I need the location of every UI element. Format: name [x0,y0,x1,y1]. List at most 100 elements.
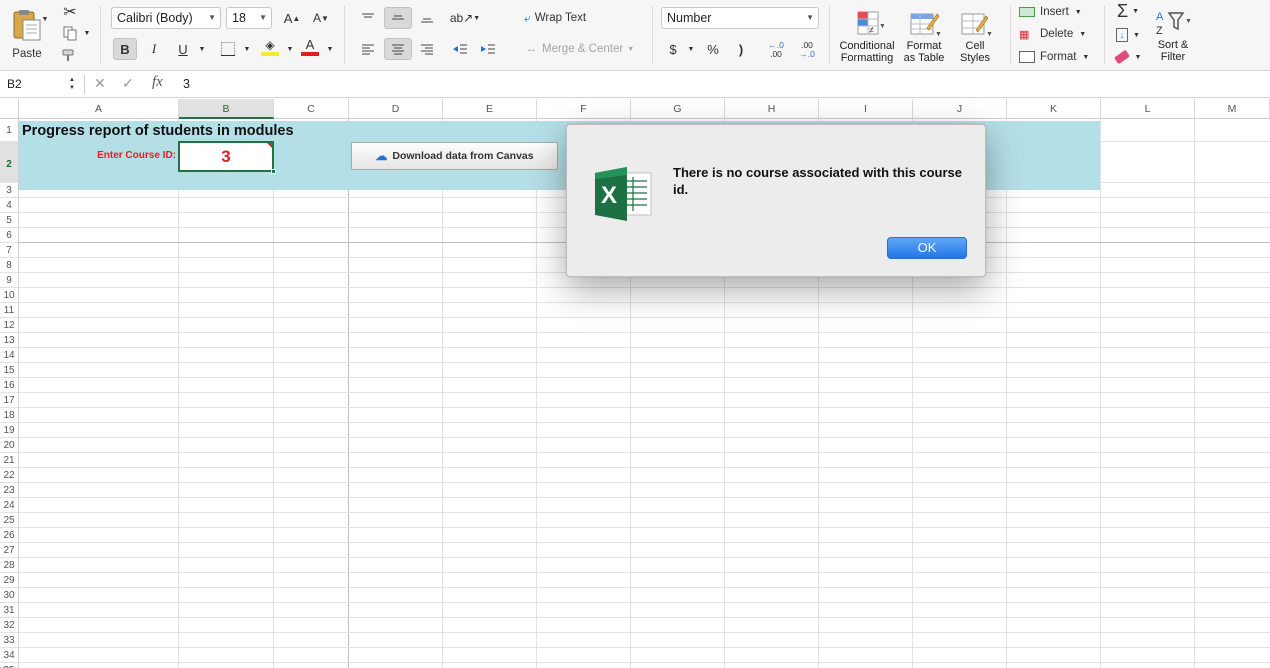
orientation-button[interactable]: ab↗ ▼ [450,7,480,29]
underline-button[interactable]: U [172,38,194,60]
percent-button[interactable]: % [701,38,725,60]
row-header[interactable]: 11 [0,303,19,318]
clear-button[interactable]: ▼ [1111,46,1145,68]
align-middle-button[interactable] [384,7,412,29]
column-header[interactable]: B [179,99,274,119]
row-header[interactable]: 26 [0,528,19,543]
row-header[interactable]: 3 [0,183,19,198]
row-header[interactable]: 30 [0,588,19,603]
row-header[interactable]: 15 [0,363,19,378]
row-header[interactable]: 16 [0,378,19,393]
column-header[interactable]: J [913,99,1007,119]
bold-button[interactable]: B [113,38,137,60]
row-header[interactable]: 5 [0,213,19,228]
row-header[interactable]: 1 [0,119,19,142]
column-header[interactable]: M [1195,99,1270,119]
currency-button[interactable]: $ [662,38,684,60]
copy-icon[interactable] [60,24,80,42]
row-header[interactable]: 12 [0,318,19,333]
row-header[interactable]: 34 [0,648,19,663]
font-name-select[interactable]: Calibri (Body) ▼ [111,7,221,29]
font-color-menu-arrow[interactable]: ▼ [325,38,335,60]
conditional-formatting-button[interactable]: ≠ ▼ Conditional Formatting [836,5,898,67]
cut-icon[interactable]: ✂ [60,3,80,21]
decrease-indent-button[interactable] [448,38,472,60]
row-header[interactable]: 24 [0,498,19,513]
row-header[interactable]: 8 [0,258,19,273]
increase-decimal-button[interactable]: ←.0 .00 [762,37,790,63]
column-header[interactable]: C [274,99,349,119]
row-header[interactable]: 27 [0,543,19,558]
column-header[interactable]: G [631,99,725,119]
cancel-icon[interactable]: ✕ [94,75,106,92]
fill-color-menu-arrow[interactable]: ▼ [285,38,295,60]
download-data-button[interactable]: ☁ Download data from Canvas [351,142,558,170]
decrease-decimal-button[interactable]: .00 →.0 [793,37,821,63]
borders-menu-arrow[interactable]: ▼ [242,38,252,60]
format-as-table-button[interactable]: ▼ Format as Table [900,5,948,67]
select-all-corner[interactable] [0,99,19,119]
dialog-titlebar[interactable] [567,125,985,147]
currency-menu-arrow[interactable]: ▼ [686,38,696,60]
row-header[interactable]: 32 [0,618,19,633]
row-header[interactable]: 35 [0,663,19,668]
row-header[interactable]: 19 [0,423,19,438]
font-color-button[interactable]: A [298,36,322,58]
column-header[interactable]: F [537,99,631,119]
row-header[interactable]: 33 [0,633,19,648]
column-header[interactable]: L [1101,99,1195,119]
sort-filter-button[interactable]: A Z ▼ Sort & Filter [1148,4,1198,66]
row-header[interactable]: 14 [0,348,19,363]
delete-button[interactable]: ▦ Delete ▼ [1019,23,1099,45]
align-center-button[interactable] [384,38,412,60]
italic-button[interactable]: I [143,38,165,60]
format-painter-icon[interactable] [60,46,80,64]
fill-button[interactable]: ↓ ▼ [1111,24,1145,46]
fill-handle[interactable] [271,169,276,174]
row-header[interactable]: 4 [0,198,19,213]
underline-menu-arrow[interactable]: ▼ [197,38,207,60]
ok-button[interactable]: OK [887,237,967,259]
function-icon[interactable]: fx [152,74,163,91]
column-header[interactable]: I [819,99,913,119]
merge-center-button[interactable]: ↔ Merge & Center ▼ [526,38,646,60]
align-left-button[interactable] [355,38,381,60]
column-header[interactable]: K [1007,99,1101,119]
align-right-button[interactable] [414,38,440,60]
decrease-font-size-button[interactable]: A ▼ [308,7,334,29]
row-header[interactable]: 10 [0,288,19,303]
wrap-text-button[interactable]: ⤶ Wrap Text [524,7,606,29]
borders-button[interactable] [216,38,240,60]
row-header[interactable]: 13 [0,333,19,348]
increase-indent-button[interactable] [476,38,500,60]
row-header[interactable]: 22 [0,468,19,483]
row-header[interactable]: 25 [0,513,19,528]
comma-style-button[interactable]: ) [730,38,752,60]
row-header[interactable]: 18 [0,408,19,423]
increase-font-size-button[interactable]: A ▲ [280,7,304,29]
copy-menu-arrow[interactable]: ▼ [82,28,92,38]
course-id-cell[interactable]: 3 [178,141,276,174]
name-box-stepper[interactable]: ▲ ▼ [66,73,78,95]
row-header[interactable]: 21 [0,453,19,468]
number-format-select[interactable]: Number ▼ [661,7,819,29]
row-header[interactable]: 6 [0,228,19,243]
paste-button[interactable]: Paste [6,4,48,64]
column-header[interactable]: E [443,99,537,119]
align-top-button[interactable] [355,7,381,29]
column-header[interactable]: D [349,99,443,119]
row-header[interactable]: 28 [0,558,19,573]
column-header[interactable]: A [19,99,179,119]
align-bottom-button[interactable] [414,7,440,29]
row-header[interactable]: 29 [0,573,19,588]
row-header[interactable]: 31 [0,603,19,618]
row-header[interactable]: 23 [0,483,19,498]
row-header[interactable]: 17 [0,393,19,408]
confirm-icon[interactable]: ✓ [122,75,134,92]
font-size-select[interactable]: 18 ▼ [226,7,272,29]
row-header[interactable]: 9 [0,273,19,288]
row-header[interactable]: 20 [0,438,19,453]
paste-menu-arrow[interactable]: ▼ [40,14,50,24]
autosum-button[interactable]: Σ ▼ [1111,0,1145,22]
row-header[interactable]: 2 [0,142,19,183]
